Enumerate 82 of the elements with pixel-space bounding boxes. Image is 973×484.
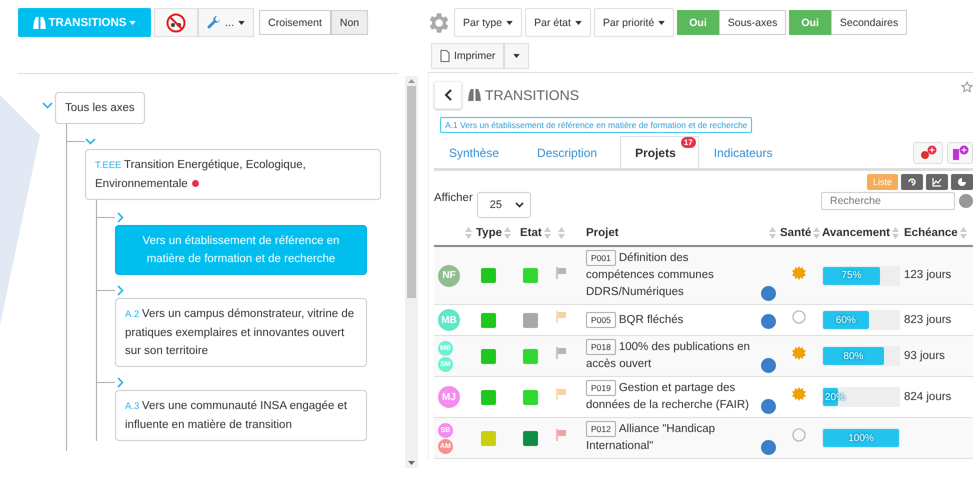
due-text: 93 jours: [904, 350, 945, 362]
page-size-select[interactable]: 25: [476, 192, 531, 218]
star-icon[interactable]: [961, 81, 973, 93]
progress-label: 75%: [840, 269, 862, 283]
due-text: 823 jours: [904, 314, 952, 326]
crossing-label: Croisement: [259, 10, 331, 35]
caret-icon: [238, 20, 246, 24]
no-bike-button[interactable]: [154, 8, 198, 37]
toggle-label: Secondaires: [830, 10, 908, 35]
tree-node[interactable]: A.2 Vers un campus démonstrateur, vitrine de pratiques exemplaires et innovantes ouvert sur son territoire: [115, 298, 367, 367]
scroll-down-icon[interactable]: [408, 461, 415, 465]
chevron-right-icon[interactable]: [115, 285, 126, 296]
pie-chart-icon: [957, 177, 967, 187]
user-avatar: MB: [438, 309, 460, 331]
chevron-down-icon: [514, 202, 524, 208]
user-avatar: MJ: [438, 386, 460, 408]
search-field[interactable]: Recherche: [821, 192, 955, 210]
due-text: 123 jours: [904, 269, 952, 281]
column-header[interactable]: Santé: [780, 228, 812, 240]
column-header[interactable]: Projet: [586, 227, 619, 240]
back-button[interactable]: [434, 81, 462, 109]
tools-dropdown-button[interactable]: ...: [198, 8, 254, 37]
scrollbar[interactable]: [405, 76, 418, 468]
chevron-right-icon[interactable]: [115, 377, 126, 388]
filter-dropdown[interactable]: Par type: [454, 8, 522, 37]
print-button[interactable]: Imprimer: [431, 43, 504, 69]
progress-label: 60%: [834, 314, 857, 328]
caret-icon: [574, 20, 582, 24]
view-button[interactable]: [926, 174, 948, 190]
column-header[interactable]: Etat: [520, 228, 542, 240]
toggle-label: Sous-axes: [718, 10, 786, 35]
view-button[interactable]: [951, 174, 973, 190]
tab[interactable]: Projets 17: [620, 136, 699, 168]
filter-dropdown[interactable]: Par état: [525, 8, 591, 37]
show-label: Afficher: [434, 192, 473, 204]
pdf-file-icon: [440, 50, 450, 62]
sort-icon[interactable]: [892, 227, 899, 240]
project-title[interactable]: P005 BQR fléchés: [586, 312, 758, 328]
chevron-down-icon[interactable]: [85, 136, 96, 147]
progress-label: 80%: [842, 350, 864, 364]
tree-node[interactable]: T.EEE Transition Energétique, Ecologique, Environnementale: [85, 149, 381, 200]
sort-icon[interactable]: [558, 227, 565, 240]
caret-icon: [658, 20, 666, 24]
wrench-icon: [207, 16, 221, 30]
view-button[interactable]: [901, 174, 923, 190]
sort-icon[interactable]: [769, 227, 776, 240]
count-badge: 17: [680, 137, 696, 148]
sort-icon[interactable]: [960, 227, 967, 240]
column-header[interactable]: Type: [476, 228, 502, 240]
caret-icon: [506, 20, 514, 24]
chevron-right-icon[interactable]: [115, 212, 126, 223]
sort-icon[interactable]: [544, 227, 551, 240]
print-options-button[interactable]: [504, 43, 530, 69]
prohibited-bicycle-icon: [166, 12, 186, 32]
project-title[interactable]: P019 Gestion et partage des données de la recherche (FAIR): [586, 380, 758, 414]
add-document-button[interactable]: [947, 142, 973, 164]
caret-icon: [513, 54, 520, 58]
column-header[interactable]: Echéance: [904, 228, 958, 240]
project-title[interactable]: P018 100% des publications en accès ouvert: [586, 339, 758, 373]
project-title[interactable]: P012 Alliance "Handicap International": [586, 421, 758, 455]
axis-badge: A.1 Vers un établissement de référence en matière de formation et de recherche: [440, 117, 752, 133]
progress-label: 100%: [847, 432, 875, 446]
line-chart-icon: [932, 177, 942, 187]
chevron-down-icon[interactable]: [42, 100, 53, 111]
project-title[interactable]: P001 Définition des compétences communes DDRS/Numériques: [586, 250, 758, 301]
caret-icon: [129, 20, 136, 24]
panel-title: TRANSITIONS: [468, 87, 580, 103]
due-text: 824 jours: [904, 390, 952, 402]
tree-root-node[interactable]: Tous les axes: [55, 92, 145, 124]
document-plus-icon: [950, 145, 970, 161]
history-icon: [907, 177, 917, 187]
sort-icon[interactable]: [465, 227, 472, 240]
sort-icon[interactable]: [504, 227, 511, 240]
add-settings-button[interactable]: [913, 142, 943, 164]
tree-node[interactable]: A.3 Vers une communauté INSA engagée et influente en matière de transition: [115, 390, 367, 441]
user-avatar: NF: [438, 264, 460, 286]
sort-icon[interactable]: [813, 227, 820, 240]
chevron-left-icon: [444, 89, 452, 101]
column-header[interactable]: Avancement: [822, 228, 890, 240]
scroll-up-icon[interactable]: [408, 79, 415, 83]
filter-dropdown[interactable]: Par priorité: [594, 8, 674, 37]
crossing-toggle[interactable]: Non: [330, 10, 368, 35]
